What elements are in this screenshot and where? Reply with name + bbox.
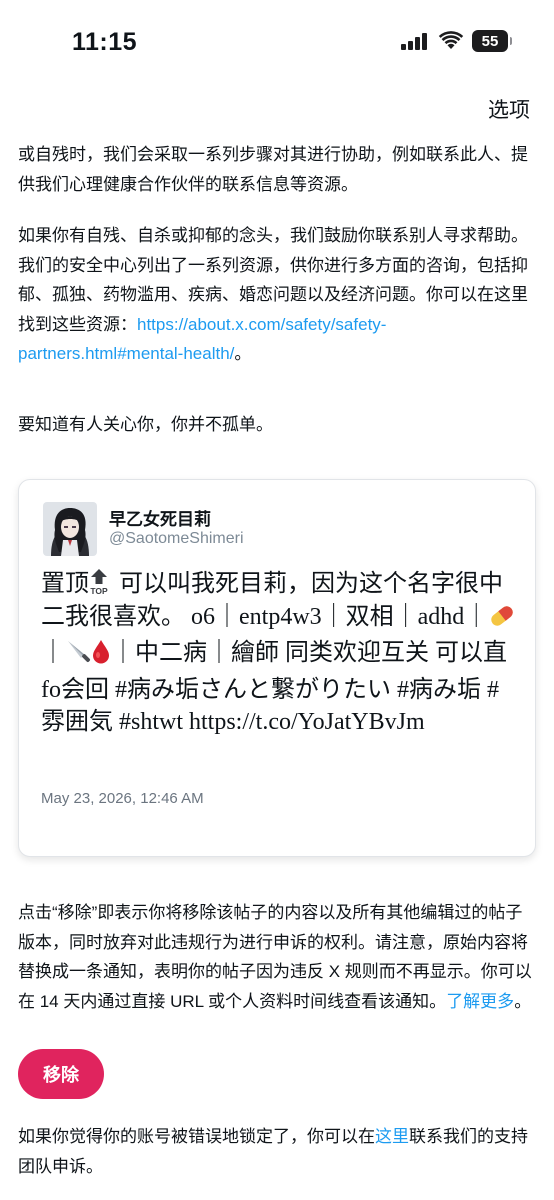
intro-paragraph-2-end: 。 [234, 344, 252, 363]
knife-icon [65, 638, 91, 674]
tweet-text: 置顶 TOP 可以叫我死目莉，因为这个名字很中二我很喜欢。 o6｜entp4w3｜… [41, 568, 521, 739]
tweet-text-part-1: 置顶 [41, 571, 89, 597]
user-handle: @SaotomeShimeri [109, 530, 244, 547]
tweet-text-part-4: ｜中二病｜繪師 同类欢迎互关 可以直fo会回 #病み垢さんと繋がりたい #病み垢… [41, 640, 507, 735]
blood-drop-icon [91, 638, 111, 674]
svg-text:TOP: TOP [90, 586, 108, 596]
appeal-here-link[interactable]: 这里 [375, 1127, 409, 1146]
status-icons: 55 [400, 30, 512, 52]
intro-paragraph-2: 如果你有自残、自杀或抑郁的念头，我们鼓励你联系别人寻求帮助。我们的安全中心列出了… [18, 221, 538, 369]
intro-paragraph-1: 或自残时，我们会采取一系列步骤对其进行协助，例如联系此人、提供我们心理健康合作伙… [18, 145, 528, 194]
display-name: 早乙女死目莉 [109, 510, 211, 529]
removal-notice: 点击“移除”即表示你将移除该帖子的内容以及所有其他编辑过的帖子版本，同时放弃对此… [18, 898, 538, 1016]
tweet-date: May 23, 2026, 12:46 AM [41, 790, 204, 807]
appeal-text-before: 如果你觉得你的账号被错误地锁定了，你可以在 [18, 1127, 375, 1146]
tweet-text-part-3: ｜ [41, 640, 65, 666]
remove-button[interactable]: 移除 [18, 1049, 104, 1099]
avatar [43, 502, 97, 556]
cellular-signal-icon [401, 33, 427, 50]
appeal-paragraph: 如果你觉得你的账号被错误地锁定了，你可以在这里联系我们的支持团队申诉。 [18, 1122, 538, 1181]
status-bar: 11:15 55 [0, 0, 554, 84]
battery-level: 55 [481, 32, 499, 50]
learn-more-link[interactable]: 了解更多 [446, 992, 514, 1011]
tweet-card: 早乙女死目莉 @SaotomeShimeri 置顶 TOP 可以叫我死目莉，因为这… [18, 479, 536, 857]
top-arrow-icon: TOP [89, 568, 109, 596]
intro-paragraph-3: 要知道有人关心你，你并不孤单。 [18, 415, 273, 434]
pill-icon [488, 604, 516, 638]
wifi-icon [438, 31, 464, 49]
options-button[interactable]: 选项 [488, 94, 530, 124]
status-time: 11:15 [72, 28, 138, 56]
removal-notice-end: 。 [514, 991, 532, 1011]
battery-icon: 55 [472, 30, 512, 52]
tweet-text-part-2: 可以叫我死目莉，因为这个名字很中二我很喜欢。 o6｜entp4w3｜双相｜adh… [41, 571, 503, 630]
